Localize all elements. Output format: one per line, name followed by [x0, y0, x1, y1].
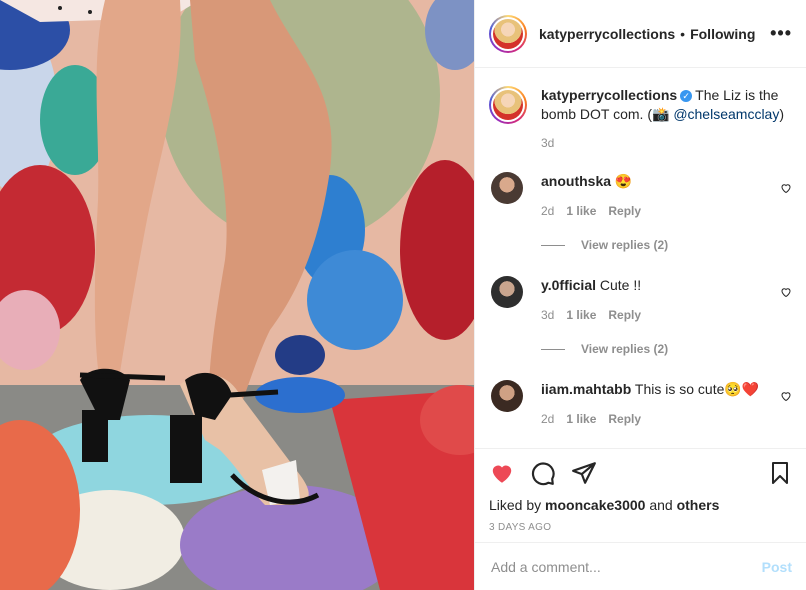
bookmark-icon[interactable]	[768, 460, 792, 486]
post-date[interactable]: 3 DAYS AGO	[489, 522, 792, 533]
post-caption: katyperrycollections ✓ The Liz is the bomb…	[489, 86, 792, 150]
liked-others[interactable]: others	[677, 497, 720, 513]
liked-by: Liked by mooncake3000 and others	[489, 497, 792, 513]
comment-item: iiam.mahtabb This is so cute🥺❤️ 2d 1 like…	[489, 380, 792, 426]
caption-mention[interactable]: @chelseamcclay	[673, 106, 779, 122]
comment-icon[interactable]	[530, 460, 556, 486]
author-avatar[interactable]	[489, 14, 527, 53]
following-button[interactable]: Following	[690, 26, 755, 42]
comment-likes[interactable]: 1 like	[566, 308, 596, 322]
comment-text: 😍	[614, 173, 633, 189]
reply-button[interactable]: Reply	[608, 204, 641, 218]
reply-button[interactable]: Reply	[608, 308, 641, 322]
commenter-username[interactable]: iiam.mahtabb	[541, 381, 631, 397]
commenter-username[interactable]: anouthska	[541, 173, 611, 189]
commenter-avatar[interactable]	[491, 276, 523, 308]
comment-like-icon[interactable]	[780, 182, 792, 194]
view-replies-label: View replies (2)	[581, 238, 669, 252]
comment-item: y.0fficial Cute !! 3d 1 like Reply	[489, 276, 792, 322]
caption-avatar[interactable]	[489, 86, 527, 124]
commenter-username[interactable]: y.0fficial	[541, 277, 596, 293]
comment-likes[interactable]: 1 like	[566, 204, 596, 218]
verified-icon: ✓	[680, 90, 693, 103]
separator-dot: •	[680, 25, 686, 42]
comment-likes[interactable]: 1 like	[566, 412, 596, 426]
liked-and: and	[649, 497, 673, 513]
caption-username[interactable]: katyperrycollections	[541, 87, 677, 103]
share-icon[interactable]	[571, 460, 597, 486]
post-button[interactable]: Post	[762, 559, 792, 575]
view-replies-label: View replies (2)	[581, 342, 669, 356]
comment-text: Cute !!	[599, 277, 642, 293]
comment-time[interactable]: 2d	[541, 412, 554, 426]
post-photo-art	[0, 0, 474, 590]
comment-time[interactable]: 2d	[541, 204, 554, 218]
post-actions: Liked by mooncake3000 and others 3 DAYS …	[475, 448, 806, 540]
post-photo[interactable]	[0, 0, 474, 590]
commenter-avatar[interactable]	[491, 172, 523, 204]
view-replies-button[interactable]: View replies (2)	[541, 342, 792, 356]
comment-like-icon[interactable]	[780, 286, 792, 298]
comment-input[interactable]	[489, 557, 762, 576]
liked-prefix: Liked by	[489, 497, 542, 513]
more-icon[interactable]: •••	[770, 23, 792, 44]
comment-text: This is so cute🥺❤️	[634, 381, 760, 397]
add-comment-bar: Post	[475, 542, 806, 590]
comment-like-icon[interactable]	[780, 390, 792, 402]
comments-list[interactable]: katyperrycollections ✓ The Liz is the bomb…	[475, 68, 806, 448]
comment-item: anouthska 😍 2d 1 like Reply	[489, 172, 792, 218]
post-panel: katyperrycollections • Following ••• kat…	[474, 0, 806, 590]
caption-close: )	[779, 106, 785, 122]
caption-time[interactable]: 3d	[541, 136, 793, 150]
commenter-avatar[interactable]	[491, 380, 523, 412]
view-replies-button[interactable]: View replies (2)	[541, 238, 792, 252]
author-username[interactable]: katyperrycollections	[539, 26, 675, 42]
liked-user[interactable]: mooncake3000	[545, 497, 645, 513]
instagram-post-view: katyperrycollections • Following ••• kat…	[0, 0, 806, 590]
reply-button[interactable]: Reply	[608, 412, 641, 426]
heart-icon[interactable]	[489, 460, 515, 486]
post-header: katyperrycollections • Following •••	[475, 0, 806, 68]
comment-time[interactable]: 3d	[541, 308, 554, 322]
